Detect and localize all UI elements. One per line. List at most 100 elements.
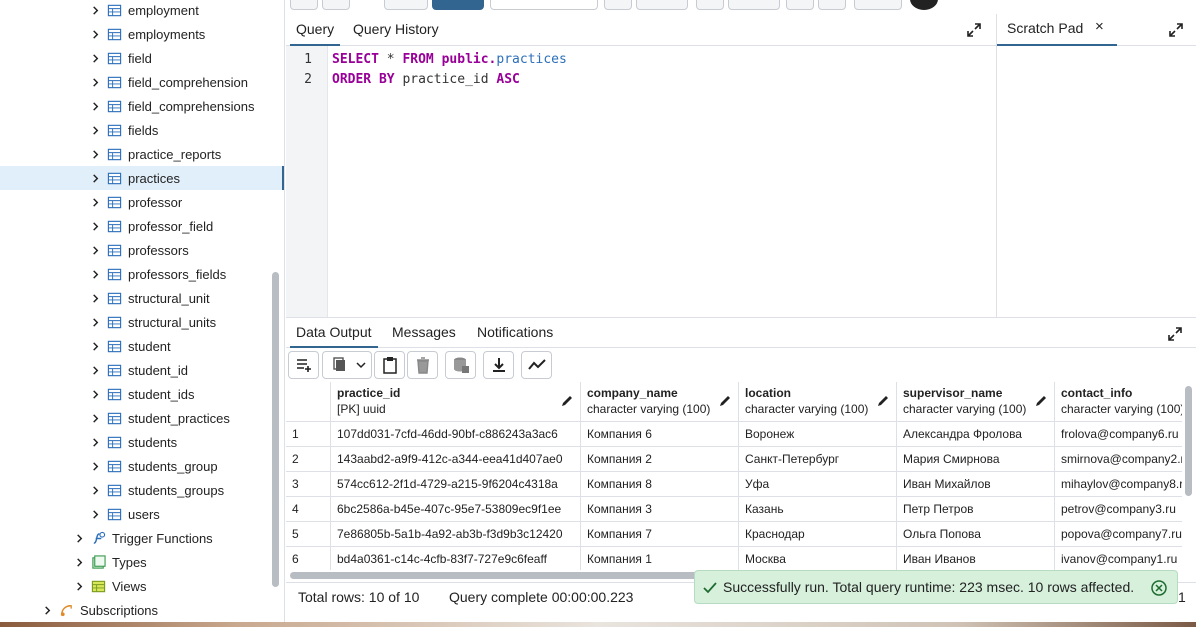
tree-group-types[interactable]: Types <box>0 550 284 574</box>
tree-item-structural_unit[interactable]: structural_unit <box>0 286 284 310</box>
column-header-location[interactable]: location character varying (100) <box>739 382 897 422</box>
help-button[interactable] <box>910 0 938 10</box>
tab-messages[interactable]: Messages <box>386 318 462 348</box>
chevron-right-icon[interactable] <box>90 293 100 303</box>
macros-button[interactable] <box>854 0 902 10</box>
chevron-right-icon[interactable] <box>90 221 100 231</box>
tree-scrollbar[interactable] <box>272 272 279 587</box>
table-cell[interactable]: 143aabd2-a9f9-412c-a344-eea41d407ae0 <box>331 447 581 472</box>
tree-item-field_comprehensions[interactable]: field_comprehensions <box>0 94 284 118</box>
chevron-right-icon[interactable] <box>42 605 52 615</box>
tree-item-students[interactable]: students <box>0 430 284 454</box>
table-cell[interactable]: smirnova@company2.ru <box>1055 447 1182 472</box>
execute-button[interactable] <box>636 0 688 10</box>
tree-item-students_group[interactable]: students_group <box>0 454 284 478</box>
chevron-right-icon[interactable] <box>90 341 100 351</box>
expand-icon[interactable] <box>1168 22 1184 38</box>
table-cell[interactable]: Москва <box>739 547 897 570</box>
tree-item-student_id[interactable]: student_id <box>0 358 284 382</box>
table-cell[interactable]: Компания 2 <box>581 447 739 472</box>
chevron-right-icon[interactable] <box>74 533 84 543</box>
table-cell[interactable]: Компания 1 <box>581 547 739 570</box>
chevron-right-icon[interactable] <box>90 101 100 111</box>
chevron-right-icon[interactable] <box>90 149 100 159</box>
paste-button[interactable] <box>374 351 405 379</box>
chevron-right-icon[interactable] <box>90 413 100 423</box>
table-cell[interactable]: 7e86805b-5a1b-4a92-ab3b-f3d9b3c12420 <box>331 522 581 547</box>
chevron-right-icon[interactable] <box>90 437 100 447</box>
chevron-down-icon[interactable] <box>356 360 366 370</box>
delete-button[interactable] <box>407 351 438 379</box>
table-cell[interactable]: Краснодар <box>739 522 897 547</box>
tree-item-structural_units[interactable]: structural_units <box>0 310 284 334</box>
table-cell[interactable]: Компания 6 <box>581 422 739 447</box>
row-number[interactable]: 6 <box>286 547 331 570</box>
close-icon[interactable] <box>1151 580 1167 596</box>
chevron-right-icon[interactable] <box>90 269 100 279</box>
chevron-right-icon[interactable] <box>90 173 100 183</box>
tree-group-subscriptions[interactable]: Subscriptions <box>0 598 284 622</box>
table-cell[interactable]: Санкт-Петербург <box>739 447 897 472</box>
row-number[interactable]: 5 <box>286 522 331 547</box>
scrollbar-thumb[interactable] <box>1185 386 1192 496</box>
table-cell[interactable]: Александра Фролова <box>897 422 1055 447</box>
table-row[interactable]: 3 574cc612-2f1d-4729-a215-9f6204c4318a Ком… <box>286 472 1182 497</box>
column-header-contact-info[interactable]: contact_info character varying (100) <box>1055 382 1182 422</box>
chevron-right-icon[interactable] <box>90 5 100 15</box>
chevron-right-icon[interactable] <box>90 197 100 207</box>
table-cell[interactable]: Мария Смирнова <box>897 447 1055 472</box>
table-cell[interactable]: Компания 3 <box>581 497 739 522</box>
close-icon[interactable]: × <box>1095 18 1104 35</box>
tree-item-field_comprehension[interactable]: field_comprehension <box>0 70 284 94</box>
stop-button[interactable] <box>604 0 632 10</box>
table-cell[interactable]: mihaylov@company8.ru <box>1055 472 1182 497</box>
explain-button[interactable] <box>696 0 724 10</box>
column-header-supervisor-name[interactable]: supervisor_name character varying (100) <box>897 382 1055 422</box>
chevron-right-icon[interactable] <box>90 125 100 135</box>
table-row[interactable]: 6 bd4a0361-c14c-4cfb-83f7-727e9c6feaff Ком… <box>286 547 1182 570</box>
tree-item-professor[interactable]: professor <box>0 190 284 214</box>
table-cell[interactable]: Ольга Попова <box>897 522 1055 547</box>
table-cell[interactable]: popova@company7.ru <box>1055 522 1182 547</box>
row-number[interactable]: 2 <box>286 447 331 472</box>
table-cell[interactable]: Иван Михайлов <box>897 472 1055 497</box>
grid-vertical-scrollbar[interactable] <box>1183 382 1196 570</box>
table-cell[interactable]: Иван Иванов <box>897 547 1055 570</box>
tree-item-professors_fields[interactable]: professors_fields <box>0 262 284 286</box>
rollback-button[interactable] <box>818 0 846 10</box>
save-file-button[interactable] <box>322 0 350 10</box>
tree-item-field[interactable]: field <box>0 46 284 70</box>
tree-item-users[interactable]: users <box>0 502 284 526</box>
tree-group-trigger-functions[interactable]: Trigger Functions <box>0 526 284 550</box>
table-cell[interactable]: frolova@company6.ru <box>1055 422 1182 447</box>
edit-button[interactable] <box>384 0 428 10</box>
table-cell[interactable]: 6bc2586a-b45e-407c-95e7-53809ec9f1ee <box>331 497 581 522</box>
expand-icon[interactable] <box>1167 326 1183 342</box>
column-header-practice-id[interactable]: practice_id [PK] uuid <box>331 382 581 422</box>
tree-item-students_groups[interactable]: students_groups <box>0 478 284 502</box>
chevron-right-icon[interactable] <box>90 509 100 519</box>
tree-item-practices[interactable]: practices <box>0 166 284 190</box>
chevron-right-icon[interactable] <box>90 53 100 63</box>
chevron-right-icon[interactable] <box>90 461 100 471</box>
sql-editor[interactable]: 1 2 SELECT * FROM public.practices ORDER… <box>286 46 996 317</box>
table-row[interactable]: 2 143aabd2-a9f9-412c-a344-eea41d407ae0 Ком… <box>286 447 1182 472</box>
tab-data-output[interactable]: Data Output <box>290 318 378 348</box>
chevron-right-icon[interactable] <box>90 77 100 87</box>
tree-item-fields[interactable]: fields <box>0 118 284 142</box>
tree-item-student[interactable]: student <box>0 334 284 358</box>
tab-query-history[interactable]: Query History <box>347 14 445 46</box>
table-row[interactable]: 4 6bc2586a-b45e-407c-95e7-53809ec9f1ee Ком… <box>286 497 1182 522</box>
row-number[interactable]: 1 <box>286 422 331 447</box>
download-button[interactable] <box>483 351 514 379</box>
open-file-button[interactable] <box>290 0 318 10</box>
table-cell[interactable]: Уфа <box>739 472 897 497</box>
tree-item-employments[interactable]: employments <box>0 22 284 46</box>
table-cell[interactable]: 574cc612-2f1d-4729-a215-9f6204c4318a <box>331 472 581 497</box>
tree-group-views[interactable]: Views <box>0 574 284 598</box>
chevron-right-icon[interactable] <box>90 29 100 39</box>
tree-item-professors[interactable]: professors <box>0 238 284 262</box>
add-row-button[interactable] <box>288 351 319 379</box>
table-row[interactable]: 5 7e86805b-5a1b-4a92-ab3b-f3d9b3c12420 Ком… <box>286 522 1182 547</box>
chevron-right-icon[interactable] <box>90 245 100 255</box>
